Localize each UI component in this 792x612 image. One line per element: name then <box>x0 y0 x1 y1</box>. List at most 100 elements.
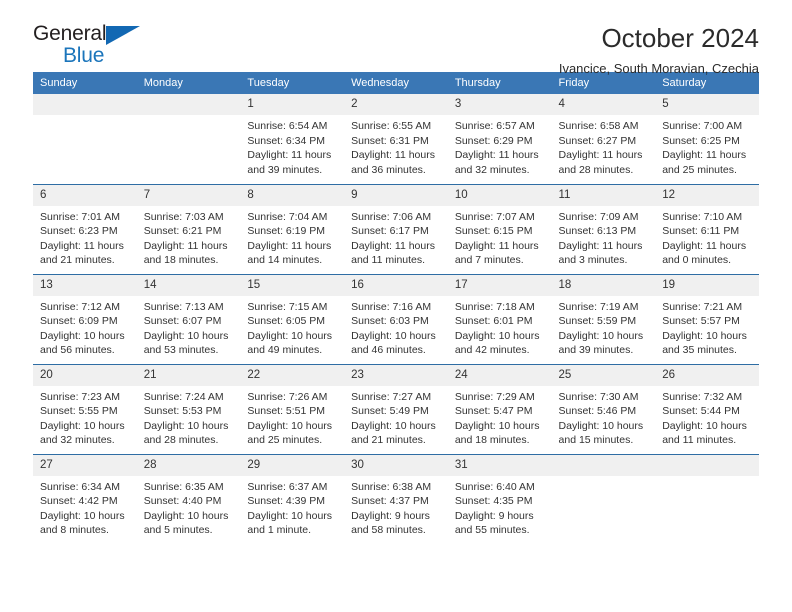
day-cell-8[interactable]: 8 Sunrise: 7:04 AM Sunset: 6:19 PM Daylight… <box>240 183 345 274</box>
day-cell-25[interactable]: 25 Sunrise: 7:30 AM Sunset: 5:46 PM Dayligh… <box>551 363 656 454</box>
sunrise-text: Sunrise: 7:24 AM <box>143 390 224 403</box>
day-cell-7[interactable]: 7 Sunrise: 7:03 AM Sunset: 6:21 PM Daylight… <box>136 183 241 274</box>
day-cell-10[interactable]: 10 Sunrise: 7:07 AM Sunset: 6:15 PM Dayligh… <box>447 183 552 274</box>
sunrise-text: Sunrise: 6:34 AM <box>40 480 120 493</box>
day-number: 27 <box>33 454 137 476</box>
day-details: Sunrise: 7:04 AM Sunset: 6:19 PM Daylight:… <box>240 206 344 268</box>
daylight-text: Daylight: 10 hours and 28 minutes. <box>143 419 229 447</box>
sunrise-text: Sunrise: 7:06 AM <box>351 210 432 223</box>
daylight-text: Daylight: 10 hours and 25 minutes. <box>247 419 333 447</box>
daylight-text: Daylight: 10 hours and 15 minutes. <box>558 419 644 447</box>
sunset-text: Sunset: 6:34 PM <box>247 134 326 147</box>
calendar-week-row: 27 Sunrise: 6:34 AM Sunset: 4:42 PM Dayligh… <box>33 453 759 544</box>
sunset-text: Sunset: 5:51 PM <box>247 405 326 418</box>
day-number: 31 <box>447 454 552 476</box>
day-number <box>551 454 656 476</box>
daylight-text: Daylight: 11 hours and 11 minutes. <box>351 239 435 267</box>
sunrise-text: Sunrise: 6:35 AM <box>143 480 224 493</box>
day-number <box>33 94 137 115</box>
sunset-text: Sunset: 6:25 PM <box>662 134 740 147</box>
sunset-text: Sunset: 6:01 PM <box>454 315 533 328</box>
day-cell-23[interactable]: 23 Sunrise: 7:27 AM Sunset: 5:49 PM Dayligh… <box>344 363 448 454</box>
day-details: Sunrise: 6:34 AM Sunset: 4:42 PM Daylight:… <box>33 476 137 538</box>
day-cell-20[interactable]: 20 Sunrise: 7:23 AM Sunset: 5:55 PM Dayligh… <box>33 363 137 454</box>
day-cell-19[interactable]: 19 Sunrise: 7:21 AM Sunset: 5:57 PM Dayligh… <box>655 273 759 364</box>
day-cell-9[interactable]: 9 Sunrise: 7:06 AM Sunset: 6:17 PM Daylight… <box>344 183 448 274</box>
day-cell-6[interactable]: 6 Sunrise: 7:01 AM Sunset: 6:23 PM Daylight… <box>33 183 137 274</box>
day-cell-11[interactable]: 11 Sunrise: 7:09 AM Sunset: 6:13 PM Dayligh… <box>551 183 656 274</box>
daylight-text: Daylight: 11 hours and 14 minutes. <box>247 239 332 267</box>
day-cell-4[interactable]: 4 Sunrise: 6:58 AM Sunset: 6:27 PM Daylight… <box>551 94 656 184</box>
sunrise-text: Sunrise: 7:30 AM <box>558 390 639 403</box>
day-cell-13[interactable]: 13 Sunrise: 7:12 AM Sunset: 6:09 PM Dayligh… <box>33 273 137 364</box>
day-details: Sunrise: 7:19 AM Sunset: 5:59 PM Daylight:… <box>552 296 656 358</box>
day-cell-empty <box>33 94 137 184</box>
sunrise-text: Sunrise: 7:32 AM <box>662 390 743 403</box>
day-cell-16[interactable]: 16 Sunrise: 7:16 AM Sunset: 6:03 PM Dayligh… <box>344 273 448 364</box>
sunrise-text: Sunrise: 6:57 AM <box>454 120 535 132</box>
sunrise-text: Sunrise: 6:37 AM <box>247 480 328 493</box>
sunset-text: Sunset: 6:19 PM <box>247 225 326 238</box>
sunset-text: Sunset: 5:57 PM <box>662 315 740 328</box>
day-number: 24 <box>447 364 552 386</box>
day-cell-30[interactable]: 30 Sunrise: 6:38 AM Sunset: 4:37 PM Dayligh… <box>344 453 448 544</box>
day-details: Sunrise: 7:21 AM Sunset: 5:57 PM Daylight:… <box>655 296 759 358</box>
sunrise-text: Sunrise: 7:00 AM <box>662 120 743 132</box>
daylight-text: Daylight: 11 hours and 28 minutes. <box>558 149 643 176</box>
day-number: 26 <box>655 364 759 386</box>
sunset-text: Sunset: 4:39 PM <box>247 495 326 508</box>
daylight-text: Daylight: 10 hours and 35 minutes. <box>662 329 747 357</box>
day-cell-3[interactable]: 3 Sunrise: 6:57 AM Sunset: 6:29 PM Daylight… <box>447 94 552 184</box>
day-cell-22[interactable]: 22 Sunrise: 7:26 AM Sunset: 5:51 PM Dayligh… <box>240 363 345 454</box>
day-cell-empty <box>136 94 241 184</box>
day-number: 19 <box>655 274 759 296</box>
day-cell-27[interactable]: 27 Sunrise: 6:34 AM Sunset: 4:42 PM Dayligh… <box>33 453 137 544</box>
day-cell-1[interactable]: 1 Sunrise: 6:54 AM Sunset: 6:34 PM Daylight… <box>240 94 345 184</box>
daylight-text: Daylight: 11 hours and 21 minutes. <box>40 239 124 267</box>
sunrise-text: Sunrise: 7:21 AM <box>662 300 743 313</box>
sunset-text: Sunset: 6:17 PM <box>351 225 429 238</box>
day-cell-14[interactable]: 14 Sunrise: 7:13 AM Sunset: 6:07 PM Dayligh… <box>136 273 241 364</box>
day-cell-17[interactable]: 17 Sunrise: 7:18 AM Sunset: 6:01 PM Dayligh… <box>447 273 552 364</box>
day-cell-15[interactable]: 15 Sunrise: 7:15 AM Sunset: 6:05 PM Dayligh… <box>240 273 345 364</box>
day-details: Sunrise: 7:07 AM Sunset: 6:15 PM Daylight:… <box>448 206 552 268</box>
sunset-text: Sunset: 6:27 PM <box>558 134 637 147</box>
daylight-text: Daylight: 10 hours and 5 minutes. <box>143 509 229 537</box>
day-number: 16 <box>344 274 448 296</box>
sunrise-text: Sunrise: 7:18 AM <box>454 300 535 313</box>
day-cell-18[interactable]: 18 Sunrise: 7:19 AM Sunset: 5:59 PM Dayligh… <box>551 273 656 364</box>
day-number: 11 <box>551 184 656 206</box>
daylight-text: Daylight: 10 hours and 21 minutes. <box>351 419 436 447</box>
day-details: Sunrise: 7:26 AM Sunset: 5:51 PM Daylight:… <box>240 386 344 448</box>
sunrise-text: Sunrise: 6:54 AM <box>247 120 328 132</box>
day-details: Sunrise: 7:00 AM Sunset: 6:25 PM Daylight:… <box>655 115 759 177</box>
day-details: Sunrise: 7:32 AM Sunset: 5:44 PM Daylight:… <box>655 386 759 448</box>
day-cell-26[interactable]: 26 Sunrise: 7:32 AM Sunset: 5:44 PM Dayligh… <box>655 363 759 454</box>
sunrise-text: Sunrise: 6:38 AM <box>351 480 432 493</box>
calendar-page: General Blue October 2024 Ivancice, Sout… <box>0 0 792 612</box>
day-number: 23 <box>344 364 448 386</box>
sunrise-text: Sunrise: 7:12 AM <box>40 300 120 313</box>
day-cell-12[interactable]: 12 Sunrise: 7:10 AM Sunset: 6:11 PM Dayligh… <box>655 183 759 274</box>
day-cell-2[interactable]: 2 Sunrise: 6:55 AM Sunset: 6:31 PM Daylight… <box>344 94 448 184</box>
day-number: 22 <box>240 364 345 386</box>
general-blue-logo[interactable]: General Blue <box>33 22 148 70</box>
day-cell-21[interactable]: 21 Sunrise: 7:24 AM Sunset: 5:53 PM Dayligh… <box>136 363 241 454</box>
day-cell-28[interactable]: 28 Sunrise: 6:35 AM Sunset: 4:40 PM Dayligh… <box>136 453 241 544</box>
day-details: Sunrise: 7:03 AM Sunset: 6:21 PM Daylight:… <box>137 206 241 268</box>
logo-text-general: General <box>33 22 107 45</box>
day-details: Sunrise: 7:10 AM Sunset: 6:11 PM Daylight:… <box>655 206 759 268</box>
daylight-text: Daylight: 10 hours and 53 minutes. <box>143 329 229 357</box>
day-details: Sunrise: 6:54 AM Sunset: 6:34 PM Daylight:… <box>240 115 344 177</box>
day-number: 29 <box>240 454 345 476</box>
day-number: 21 <box>136 364 241 386</box>
day-cell-5[interactable]: 5 Sunrise: 7:00 AM Sunset: 6:25 PM Daylight… <box>655 94 759 184</box>
daylight-text: Daylight: 10 hours and 39 minutes. <box>558 329 644 357</box>
day-cell-31[interactable]: 31 Sunrise: 6:40 AM Sunset: 4:35 PM Dayligh… <box>447 453 552 544</box>
sunrise-text: Sunrise: 7:15 AM <box>247 300 328 313</box>
sunrise-text: Sunrise: 6:58 AM <box>558 120 639 132</box>
daylight-text: Daylight: 10 hours and 32 minutes. <box>40 419 125 447</box>
daylight-text: Daylight: 10 hours and 49 minutes. <box>247 329 333 357</box>
day-cell-24[interactable]: 24 Sunrise: 7:29 AM Sunset: 5:47 PM Dayligh… <box>447 363 552 454</box>
day-cell-29[interactable]: 29 Sunrise: 6:37 AM Sunset: 4:39 PM Dayligh… <box>240 453 345 544</box>
